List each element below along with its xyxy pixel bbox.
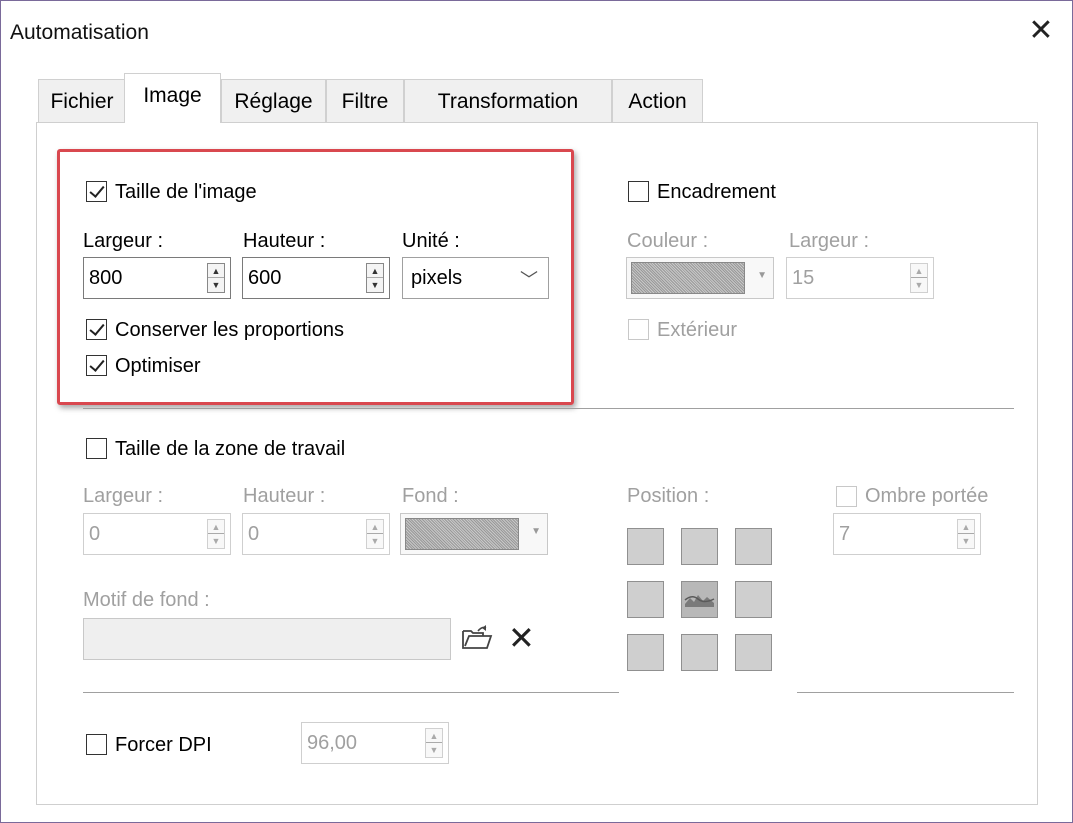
position-center[interactable]: [681, 581, 718, 618]
chevron-down-icon: ▼: [757, 270, 767, 281]
window-title: Automatisation: [10, 21, 149, 44]
drop-shadow-spinner[interactable]: 7 ▲ ▼: [833, 513, 981, 555]
section-divider: [83, 408, 1014, 409]
tab-filtre[interactable]: Filtre: [326, 79, 404, 123]
image-thumbnail-icon: [682, 582, 717, 617]
position-top-center[interactable]: [681, 528, 718, 565]
tab-reglage[interactable]: Réglage: [221, 79, 326, 123]
clear-x-icon[interactable]: ✕: [508, 619, 535, 657]
position-top-right[interactable]: [735, 528, 772, 565]
force-dpi-checkbox[interactable]: [86, 734, 107, 755]
title-bar: Automatisation ✕: [1, 1, 1072, 63]
frame-color-label: Couleur :: [627, 230, 709, 252]
drop-shadow-checkbox[interactable]: [836, 486, 857, 507]
position-bottom-left[interactable]: [627, 634, 664, 671]
canvas-height-label: Hauteur :: [243, 485, 326, 507]
position-bottom-center[interactable]: [681, 634, 718, 671]
position-bottom-right[interactable]: [735, 634, 772, 671]
highlight-box: [57, 149, 574, 405]
frame-outside-label: Extérieur: [657, 319, 738, 341]
frame-color-select[interactable]: ▼: [626, 257, 774, 299]
tab-transformation[interactable]: Transformation: [404, 79, 612, 123]
frame-width-spinner[interactable]: 15 ▲ ▼: [786, 257, 934, 299]
canvas-size-label: Taille de la zone de travail: [115, 438, 346, 460]
tab-action[interactable]: Action: [612, 79, 703, 123]
frame-label: Encadrement: [657, 181, 776, 203]
folder-open-icon[interactable]: [461, 625, 493, 651]
close-icon[interactable]: ✕: [1024, 14, 1058, 48]
canvas-position-label: Position :: [627, 485, 710, 507]
position-middle-left[interactable]: [627, 581, 664, 618]
spin-arrows-icon[interactable]: ▲ ▼: [425, 728, 443, 758]
drop-shadow-value: 7: [839, 523, 851, 545]
canvas-width-spinner[interactable]: 0 ▲ ▼: [83, 513, 231, 555]
canvas-size-checkbox[interactable]: [86, 438, 107, 459]
canvas-width-value: 0: [89, 523, 101, 545]
background-pattern-label: Motif de fond :: [83, 589, 210, 611]
frame-color-swatch: [631, 262, 745, 294]
tab-image[interactable]: Image: [124, 73, 221, 123]
spin-arrows-icon[interactable]: ▲ ▼: [910, 263, 928, 293]
position-top-left[interactable]: [627, 528, 664, 565]
spin-arrows-icon[interactable]: ▲ ▼: [957, 519, 975, 549]
tab-fichier[interactable]: Fichier: [38, 79, 126, 123]
frame-outside-checkbox[interactable]: [628, 319, 649, 340]
canvas-width-label: Largeur :: [83, 485, 164, 507]
chevron-down-icon: ▼: [531, 526, 541, 537]
dpi-spinner[interactable]: 96,00 ▲ ▼: [301, 722, 449, 764]
canvas-background-select[interactable]: ▼: [400, 513, 548, 555]
divider-right: [797, 692, 1014, 693]
automation-dialog: Automatisation ✕ Fichier Image Réglage F…: [0, 0, 1073, 823]
divider-left: [83, 692, 619, 693]
frame-width-value: 15: [792, 267, 815, 289]
canvas-background-swatch: [405, 518, 519, 550]
background-pattern-field[interactable]: [83, 618, 451, 660]
spin-arrows-icon[interactable]: ▲ ▼: [366, 519, 384, 549]
frame-width-label: Largeur :: [789, 230, 870, 252]
spin-arrows-icon[interactable]: ▲ ▼: [207, 519, 225, 549]
canvas-height-value: 0: [248, 523, 260, 545]
force-dpi-label: Forcer DPI: [115, 734, 212, 756]
drop-shadow-label: Ombre portée: [865, 485, 989, 507]
position-middle-right[interactable]: [735, 581, 772, 618]
canvas-height-spinner[interactable]: 0 ▲ ▼: [242, 513, 390, 555]
frame-checkbox[interactable]: [628, 181, 649, 202]
canvas-background-label: Fond :: [402, 485, 459, 507]
dpi-value: 96,00: [307, 732, 358, 754]
